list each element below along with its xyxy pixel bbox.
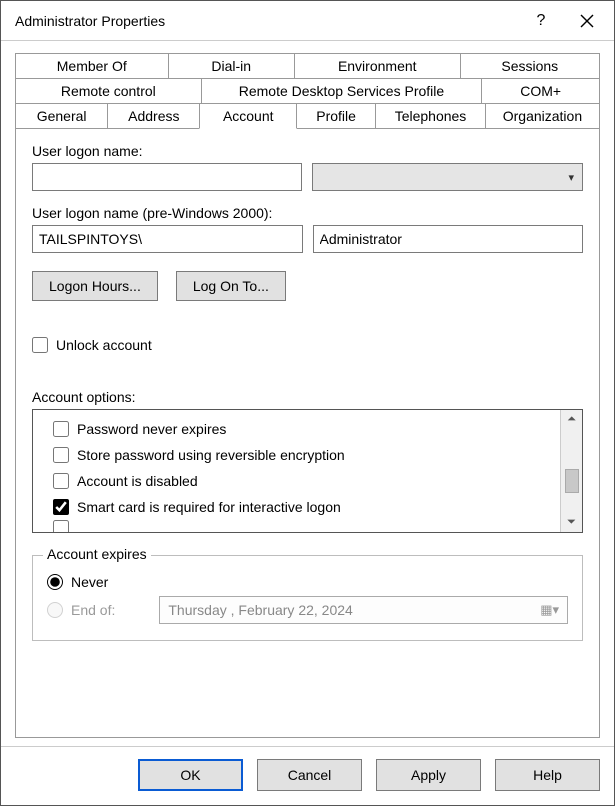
option-reversible-encryption-checkbox[interactable] — [53, 447, 69, 463]
close-icon — [580, 14, 594, 28]
tab-member-of[interactable]: Member Of — [15, 53, 169, 79]
close-button[interactable] — [564, 5, 610, 37]
option-account-disabled-checkbox[interactable] — [53, 473, 69, 489]
dialog-content: Member Of Dial-in Environment Sessions R… — [1, 41, 614, 746]
tab-remote-control[interactable]: Remote control — [15, 78, 202, 104]
option-label: Account is disabled — [77, 473, 198, 489]
account-options-list: Password never expires Store password us… — [32, 409, 583, 533]
tab-organization[interactable]: Organization — [485, 103, 600, 129]
option-hidden-checkbox[interactable] — [53, 520, 69, 532]
tab-sessions[interactable]: Sessions — [460, 53, 600, 79]
tab-account[interactable]: Account — [199, 103, 297, 129]
domain-input[interactable] — [32, 225, 303, 253]
unlock-account-checkbox[interactable] — [32, 337, 48, 353]
logon-to-button[interactable]: Log On To... — [176, 271, 286, 301]
expires-endof-label: End of: — [71, 602, 115, 618]
unlock-account-checkbox-row: Unlock account — [32, 337, 583, 353]
option-label: Password never expires — [77, 421, 226, 437]
option-label: Store password using reversible encrypti… — [77, 447, 345, 463]
tab-environment[interactable]: Environment — [294, 53, 461, 79]
option-password-never-expires-checkbox[interactable] — [53, 421, 69, 437]
unlock-account-label: Unlock account — [56, 337, 152, 353]
tab-address[interactable]: Address — [107, 103, 200, 129]
help-button[interactable]: ? — [518, 5, 564, 37]
tab-general[interactable]: General — [15, 103, 108, 129]
expires-never-label: Never — [71, 574, 108, 590]
scroll-down-icon: ⏷ — [567, 517, 576, 528]
logon-name-input[interactable] — [32, 163, 302, 191]
tab-strip: Member Of Dial-in Environment Sessions R… — [15, 53, 600, 129]
tab-com-plus[interactable]: COM+ — [481, 78, 600, 104]
option-row: Smart card is required for interactive l… — [53, 494, 556, 520]
option-row — [53, 520, 556, 532]
option-row: Account is disabled — [53, 468, 556, 494]
expires-endof-radio[interactable] — [47, 602, 63, 618]
tab-dial-in[interactable]: Dial-in — [168, 53, 295, 79]
account-expires-group: Account expires Never End of: Thursday ,… — [32, 555, 583, 641]
dialog-window: Administrator Properties ? Member Of Dia… — [0, 0, 615, 806]
option-row: Store password using reversible encrypti… — [53, 442, 556, 468]
chevron-down-icon: ▾ — [568, 171, 574, 184]
tab-rds-profile[interactable]: Remote Desktop Services Profile — [201, 78, 483, 104]
expires-date-text: Thursday , February 22, 2024 — [168, 602, 352, 618]
option-label: Smart card is required for interactive l… — [77, 499, 341, 515]
option-smart-card-required-checkbox[interactable] — [53, 499, 69, 515]
upn-suffix-combo[interactable]: ▾ — [312, 163, 584, 191]
logon-name-label: User logon name: — [32, 143, 583, 159]
scroll-thumb[interactable] — [565, 469, 579, 493]
tab-profile[interactable]: Profile — [296, 103, 376, 129]
cancel-button[interactable]: Cancel — [257, 759, 362, 791]
scroll-up-icon: ⏶ — [567, 414, 576, 425]
samaccountname-input[interactable] — [313, 225, 584, 253]
ok-button[interactable]: OK — [138, 759, 243, 791]
tab-telephones[interactable]: Telephones — [375, 103, 486, 129]
expires-date-picker[interactable]: Thursday , February 22, 2024 ▦▾ — [159, 596, 568, 624]
apply-button[interactable]: Apply — [376, 759, 481, 791]
option-row: Password never expires — [53, 416, 556, 442]
window-title: Administrator Properties — [15, 13, 518, 29]
calendar-icon: ▦▾ — [540, 602, 559, 618]
options-scrollbar[interactable]: ⏶ ⏷ — [560, 410, 582, 532]
tab-panel-account: User logon name: ▾ User logon name (pre-… — [15, 129, 600, 738]
logon-hours-button[interactable]: Logon Hours... — [32, 271, 158, 301]
logon-name-pre2000-label: User logon name (pre-Windows 2000): — [32, 205, 583, 221]
account-expires-legend: Account expires — [43, 546, 151, 562]
dialog-footer: OK Cancel Apply Help — [1, 746, 614, 805]
titlebar: Administrator Properties ? — [1, 1, 614, 41]
help-footer-button[interactable]: Help — [495, 759, 600, 791]
expires-never-radio[interactable] — [47, 574, 63, 590]
account-options-label: Account options: — [32, 389, 583, 405]
